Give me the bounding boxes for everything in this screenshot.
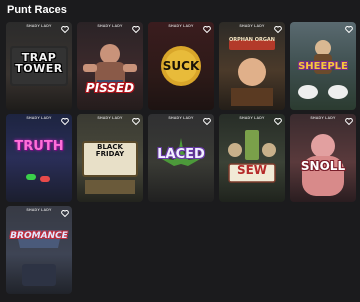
game-card-sew[interactable]: SHADY LADY SEW — [219, 114, 285, 202]
game-card-sheeple[interactable]: SHEEPLE — [290, 22, 356, 110]
game-logo: SNOLL — [300, 159, 346, 173]
game-grid: SHADY LADY TRAP TOWER SHADY LADY PISSED … — [6, 22, 356, 294]
heart-icon[interactable] — [131, 25, 140, 33]
heart-icon[interactable] — [273, 117, 282, 125]
game-art — [148, 128, 214, 202]
heart-icon[interactable] — [60, 25, 69, 33]
heart-icon[interactable] — [60, 209, 69, 217]
game-logo: PISSED — [85, 81, 135, 95]
heart-icon[interactable] — [344, 25, 353, 33]
game-logo: SUCK — [162, 59, 200, 73]
game-card-pissed[interactable]: SHADY LADY PISSED — [77, 22, 143, 110]
game-card-truth[interactable]: SHADY LADY TRUTH — [6, 114, 72, 202]
game-art — [77, 36, 143, 110]
game-logo: TRAP TOWER — [15, 51, 63, 75]
game-card-orphan-organ[interactable]: SHADY LADY ORPHAN ORGAN — [219, 22, 285, 110]
game-art — [219, 36, 285, 110]
game-card-suck[interactable]: SHADY LADY SUCK — [148, 22, 214, 110]
game-card-snoll[interactable]: SHADY LADY SNOLL — [290, 114, 356, 202]
game-logo: SEW — [236, 163, 268, 177]
game-logo: BROMANCE — [10, 231, 68, 241]
game-logo: TRUTH — [14, 139, 64, 154]
heart-icon[interactable] — [344, 117, 353, 125]
game-logo: LACED — [157, 147, 205, 162]
game-art — [77, 128, 143, 202]
game-art — [290, 36, 356, 110]
heart-icon[interactable] — [60, 117, 69, 125]
section-title: Punt Races — [7, 4, 67, 16]
game-card-black-friday[interactable]: SHADY LADY BLACK FRIDAY — [77, 114, 143, 202]
game-art — [148, 36, 214, 110]
heart-icon[interactable] — [202, 25, 211, 33]
heart-icon[interactable] — [202, 117, 211, 125]
game-logo: BLACK FRIDAY — [95, 143, 125, 158]
game-logo: SHEEPLE — [298, 61, 348, 72]
heart-icon[interactable] — [131, 117, 140, 125]
game-logo: ORPHAN ORGAN — [228, 37, 275, 43]
heart-icon[interactable] — [273, 25, 282, 33]
game-card-trap-tower[interactable]: SHADY LADY TRAP TOWER — [6, 22, 72, 110]
game-card-bromance[interactable]: SHADY LADY BROMANCE — [6, 206, 72, 294]
game-card-laced[interactable]: SHADY LADY LACED — [148, 114, 214, 202]
